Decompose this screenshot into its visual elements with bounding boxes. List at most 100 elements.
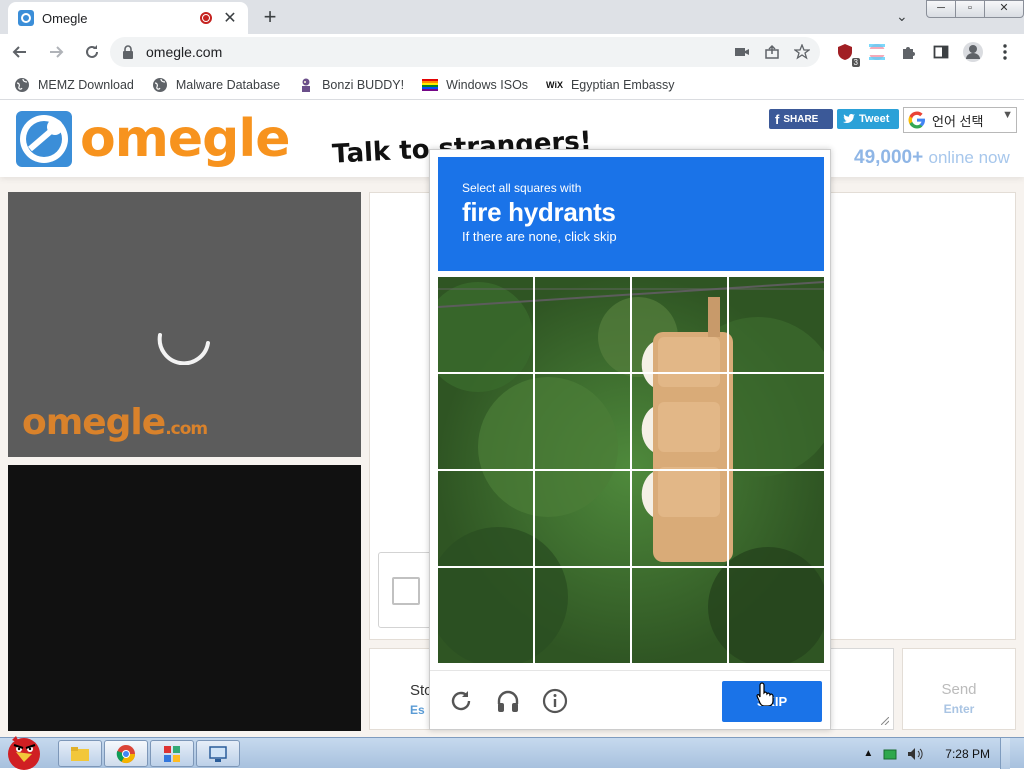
omegle-favicon-icon [18, 10, 34, 26]
bookmark-label: Egyptian Embassy [570, 77, 675, 92]
globe-icon [152, 77, 167, 92]
hand-cursor-icon [756, 682, 774, 706]
maximize-button[interactable]: ▫ [955, 0, 985, 18]
google-g-icon [908, 111, 925, 129]
facebook-share-button[interactable]: f SHARE [769, 109, 833, 129]
reload-icon [86, 45, 98, 58]
bookmark-label: Malware Database [175, 77, 281, 92]
send-key-hint: Enter [943, 702, 975, 716]
clock[interactable]: 7:28 PM [945, 747, 990, 761]
taskbar-remote-desktop[interactable] [196, 740, 240, 767]
back-button[interactable] [4, 36, 36, 68]
send-label: Send [941, 681, 977, 698]
start-button-angry-bird-icon[interactable] [2, 730, 46, 770]
extensions-puzzle-icon[interactable] [898, 41, 920, 63]
twitter-tweet-button[interactable]: Tweet [837, 109, 899, 129]
captcha-tile[interactable] [437, 373, 534, 470]
bookmark-egyptian-embassy[interactable]: WiX Egyptian Embassy [546, 78, 674, 92]
captcha-tile[interactable] [631, 373, 728, 470]
bookmark-windows-isos[interactable]: Windows ISOs [422, 77, 528, 93]
send-button[interactable]: Send Enter [902, 648, 1016, 730]
twitter-bird-icon [843, 114, 855, 123]
new-tab-button[interactable]: + [256, 4, 284, 32]
tab-omegle[interactable]: Omegle ✕ [8, 2, 248, 34]
battery-icon[interactable] [883, 748, 897, 760]
captcha-tile[interactable] [534, 373, 631, 470]
bonzi-icon [302, 78, 311, 92]
bookmark-star-icon[interactable] [794, 44, 810, 60]
side-panel-icon[interactable] [930, 41, 952, 63]
menu-kebab-icon[interactable] [994, 41, 1016, 63]
bookmark-malware-database[interactable]: Malware Database [152, 77, 280, 93]
audio-challenge-headphones-icon[interactable] [495, 688, 521, 714]
camera-icon[interactable] [734, 44, 750, 60]
taskbar-app[interactable] [150, 740, 194, 767]
show-desktop-button[interactable] [1000, 738, 1010, 769]
tab-title: Omegle [42, 10, 88, 26]
captcha-tile[interactable] [534, 276, 631, 373]
wix-icon: WiX [546, 79, 563, 90]
captcha-tile[interactable] [437, 567, 534, 664]
captcha-tile[interactable] [631, 567, 728, 664]
bookmark-label: Windows ISOs [446, 77, 529, 92]
trans-flag-extension-icon[interactable] [866, 41, 888, 63]
url-text[interactable]: omegle.com [146, 44, 222, 60]
captcha-checkbox[interactable] [392, 577, 420, 605]
close-window-button[interactable]: ✕ [984, 0, 1024, 18]
profile-avatar-icon[interactable] [962, 41, 984, 63]
captcha-tile[interactable] [534, 567, 631, 664]
language-select[interactable]: 언어 선택 ▼ [903, 107, 1017, 133]
message-input[interactable] [826, 648, 894, 730]
taskbar-explorer[interactable] [58, 740, 102, 767]
bookmark-bonzi-buddy[interactable]: Bonzi BUDDY! [298, 77, 404, 93]
captcha-challenge: Select all squares with fire hydrants If… [429, 149, 831, 730]
captcha-tile[interactable] [728, 373, 825, 470]
share-icon[interactable] [764, 44, 780, 60]
captcha-tile[interactable] [631, 470, 728, 567]
dropdown-arrow-icon: ▼ [1002, 109, 1013, 121]
info-icon[interactable] [542, 688, 568, 714]
online-count-label: online now [928, 148, 1010, 167]
tab-search-chevron-icon[interactable]: ⌄ [896, 8, 908, 25]
tweet-label: Tweet [859, 113, 890, 125]
captcha-target: fire hydrants [462, 197, 616, 227]
self-video [8, 465, 361, 731]
taskbar-chrome[interactable] [104, 740, 148, 767]
shield-extension-icon[interactable]: 3 [834, 41, 860, 67]
bookmark-label: Bonzi BUDDY! [322, 77, 405, 92]
resize-grip-icon[interactable] [881, 717, 889, 725]
remote-desktop-icon [209, 746, 227, 762]
captcha-tile[interactable] [728, 276, 825, 373]
omegle-logo[interactable]: omegle [14, 109, 290, 169]
bookmark-label: MEMZ Download [38, 77, 134, 92]
address-bar[interactable]: omegle.com [110, 37, 820, 67]
captcha-image-grid [437, 276, 825, 664]
bookmark-memz[interactable]: MEMZ Download [14, 77, 134, 93]
stranger-video: omegle.com [8, 192, 361, 457]
captcha-checkbox-widget [378, 552, 434, 628]
facebook-share-label: SHARE [783, 113, 819, 125]
captcha-tile[interactable] [534, 470, 631, 567]
forward-button[interactable] [40, 36, 72, 68]
volume-icon[interactable] [907, 747, 923, 761]
captcha-tile[interactable] [728, 470, 825, 567]
window-controls: ─ ▫ ✕ [926, 0, 1024, 18]
globe-icon [15, 77, 29, 92]
tab-close-icon[interactable]: ✕ [222, 8, 238, 28]
facebook-icon: f [775, 111, 780, 127]
minimize-button[interactable]: ─ [926, 0, 956, 18]
chrome-icon [116, 745, 135, 764]
logo-text: omegle [80, 109, 290, 169]
forward-arrow-icon [50, 46, 64, 58]
video-watermark-logo: omegle.com [22, 402, 208, 443]
captcha-tile[interactable] [728, 567, 825, 664]
captcha-tile[interactable] [437, 276, 534, 373]
captcha-tile[interactable] [631, 276, 728, 373]
stop-button[interactable]: Sto Es [369, 648, 437, 730]
show-hidden-icons-icon[interactable]: ▲ [863, 748, 873, 759]
captcha-tile[interactable] [437, 470, 534, 567]
reload-button[interactable] [76, 36, 108, 68]
reload-challenge-icon[interactable] [448, 688, 474, 714]
online-count: 49,000+ online now [854, 147, 1010, 169]
lock-icon[interactable] [122, 45, 134, 59]
